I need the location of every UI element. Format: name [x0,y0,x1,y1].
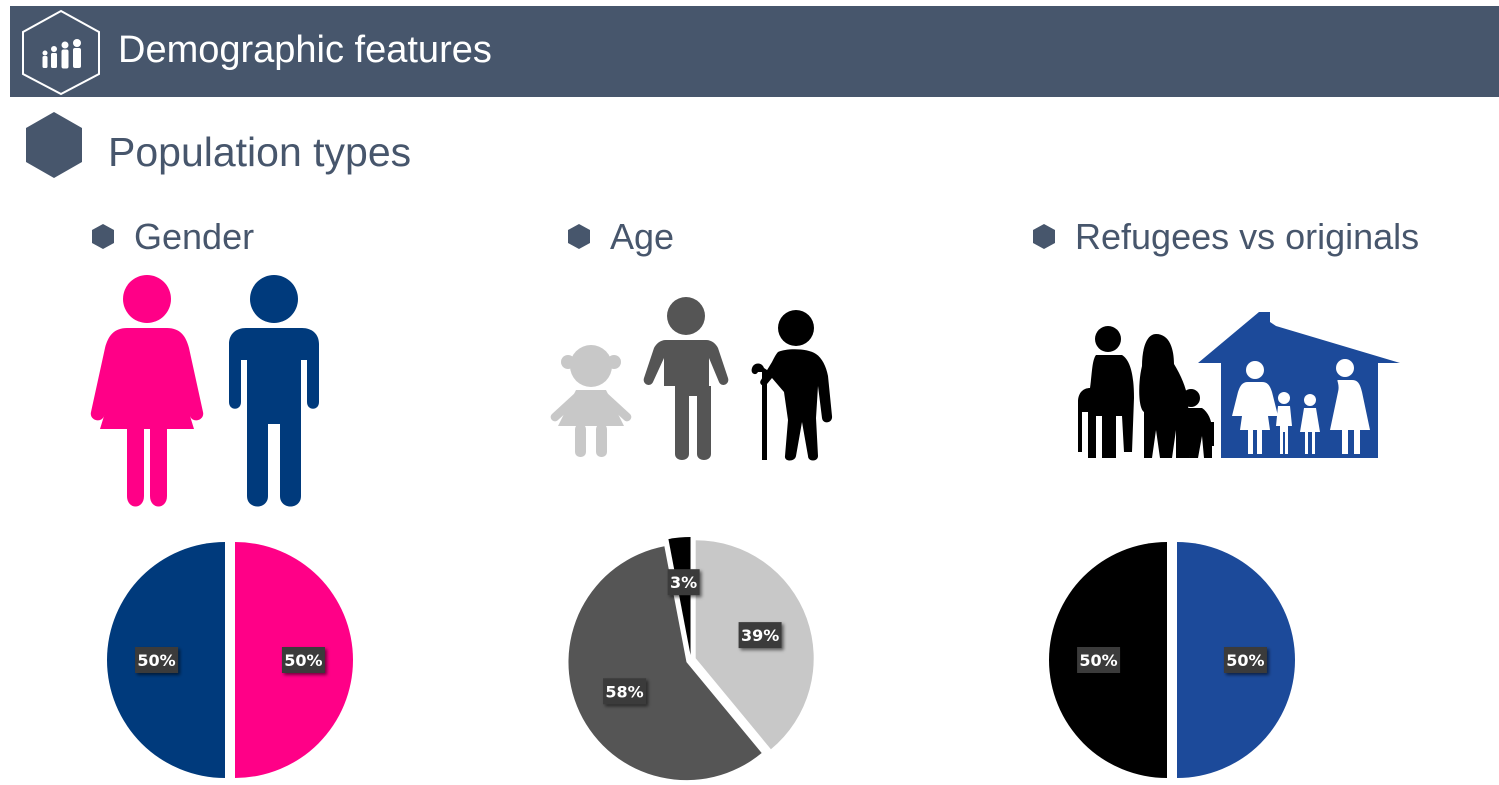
hexagon-bullet-icon [92,224,114,249]
woman-figure-icon [90,275,204,507]
adult-figure-icon [643,297,729,460]
age-pie-chart: 39% 58% 3% [568,537,814,781]
woman-man-icon [90,275,319,507]
svg-text:50%: 50% [137,651,175,670]
column-heading-label: Gender [134,216,255,257]
header-title: Demographic features [118,29,492,71]
age-pie-label-2: 3% [667,569,700,596]
header-bar: Demographic features [10,6,1499,97]
svg-text:50%: 50% [284,651,322,670]
hexagon-bullet-icon [1033,224,1055,249]
gender-pie-label-1: 50% [135,647,179,673]
family-icon [22,9,100,96]
svg-text:39%: 39% [741,626,779,645]
refugees-pie-label-1: 50% [1077,647,1121,673]
section-title: Population types [108,129,412,175]
column-heading-label: Age [610,216,675,257]
age-pie-label-1: 58% [603,678,647,705]
svg-text:58%: 58% [605,682,643,701]
refugees-house-icon [1078,312,1400,458]
house-icon [1198,312,1400,458]
svg-text:50%: 50% [1079,651,1117,670]
column-heading-label: Refugees vs originals [1075,216,1420,257]
gender-pie-chart: 50% 50% [107,542,353,778]
hexagon-bullet-icon [568,224,590,249]
section-hexagon-icon [26,112,82,178]
svg-text:50%: 50% [1226,651,1264,670]
refugees-pie-chart: 50% 50% [1049,542,1295,778]
elderly-figure-icon [751,310,833,461]
child-figure-icon [550,345,632,457]
refugees-pie-label-0: 50% [1223,647,1267,673]
svg-text:3%: 3% [670,573,697,592]
refugee-family-icon [1078,326,1214,458]
man-figure-icon [229,275,319,507]
age-pie-label-0: 39% [738,622,782,649]
child-adult-elderly-icon [550,297,833,461]
gender-pie-label-0: 50% [281,647,325,673]
